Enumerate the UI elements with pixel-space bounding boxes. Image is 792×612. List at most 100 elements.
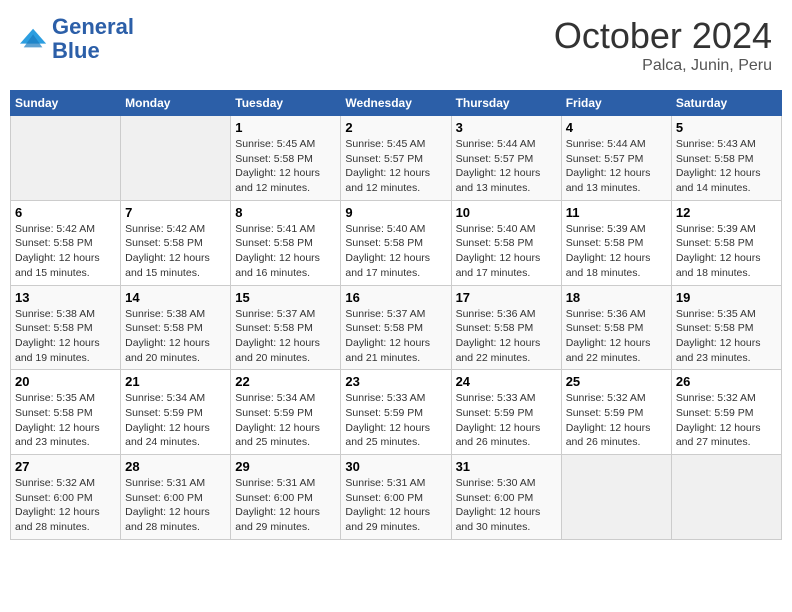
calendar-cell: 2Sunrise: 5:45 AM Sunset: 5:57 PM Daylig… [341,116,451,201]
calendar-cell: 23 Sunrise: 5:33 AM Sunset: 5:59 PM Dayli… [341,370,451,455]
day-content: Sunrise: 5:44 AM Sunset: 5:57 PM Dayligh… [456,137,557,196]
day-content: Sunrise: 5:31 AM Sunset: 6:00 PM Dayligh… [345,476,446,535]
calendar-cell: 25 Sunrise: 5:32 AM Sunset: 5:59 PM Dayli… [561,370,671,455]
calendar-cell: 31Sunrise: 5:30 AM Sunset: 6:00 PM Dayli… [451,455,561,540]
day-number: 30 [345,459,446,474]
day-number: 24 [456,374,557,389]
day-number: 6 [15,205,116,220]
calendar-cell [121,116,231,201]
day-number: 13 [15,290,116,305]
day-content: Sunrise: 5:41 AM Sunset: 5:58 PM Dayligh… [235,222,336,281]
calendar-cell: 12 Sunrise: 5:39 AM Sunset: 5:58 PM Dayli… [671,200,781,285]
weekday-header-friday: Friday [561,91,671,116]
weekday-header-row: SundayMondayTuesdayWednesdayThursdayFrid… [11,91,782,116]
calendar-title: October 2024 [554,15,772,57]
calendar-cell: 16 Sunrise: 5:37 AM Sunset: 5:58 PM Dayli… [341,285,451,370]
calendar-cell: 6 Sunrise: 5:42 AM Sunset: 5:58 PM Daylig… [11,200,121,285]
day-content: Sunrise: 5:36 AM Sunset: 5:58 PM Dayligh… [456,307,557,366]
day-content: Sunrise: 5:36 AM Sunset: 5:58 PM Dayligh… [566,307,667,366]
day-content: Sunrise: 5:40 AM Sunset: 5:58 PM Dayligh… [456,222,557,281]
calendar-cell: 9 Sunrise: 5:40 AM Sunset: 5:58 PM Daylig… [341,200,451,285]
calendar-body: 1Sunrise: 5:45 AM Sunset: 5:58 PM Daylig… [11,116,782,540]
day-number: 12 [676,205,777,220]
day-content: Sunrise: 5:34 AM Sunset: 5:59 PM Dayligh… [125,391,226,450]
day-content: Sunrise: 5:42 AM Sunset: 5:58 PM Dayligh… [15,222,116,281]
weekday-header-thursday: Thursday [451,91,561,116]
day-number: 2 [345,120,446,135]
day-number: 20 [15,374,116,389]
day-number: 26 [676,374,777,389]
calendar-cell: 30 Sunrise: 5:31 AM Sunset: 6:00 PM Dayli… [341,455,451,540]
calendar-cell: 20 Sunrise: 5:35 AM Sunset: 5:58 PM Dayli… [11,370,121,455]
logo-icon [20,25,48,53]
day-number: 11 [566,205,667,220]
calendar-cell: 11 Sunrise: 5:39 AM Sunset: 5:58 PM Dayli… [561,200,671,285]
calendar-cell: 18 Sunrise: 5:36 AM Sunset: 5:58 PM Dayli… [561,285,671,370]
day-content: Sunrise: 5:31 AM Sunset: 6:00 PM Dayligh… [125,476,226,535]
day-content: Sunrise: 5:32 AM Sunset: 5:59 PM Dayligh… [676,391,777,450]
day-content: Sunrise: 5:39 AM Sunset: 5:58 PM Dayligh… [676,222,777,281]
day-number: 29 [235,459,336,474]
day-number: 21 [125,374,226,389]
day-content: Sunrise: 5:37 AM Sunset: 5:58 PM Dayligh… [235,307,336,366]
day-number: 28 [125,459,226,474]
day-number: 16 [345,290,446,305]
day-content: Sunrise: 5:38 AM Sunset: 5:58 PM Dayligh… [15,307,116,366]
day-content: Sunrise: 5:34 AM Sunset: 5:59 PM Dayligh… [235,391,336,450]
calendar-cell: 1Sunrise: 5:45 AM Sunset: 5:58 PM Daylig… [231,116,341,201]
day-number: 9 [345,205,446,220]
day-content: Sunrise: 5:44 AM Sunset: 5:57 PM Dayligh… [566,137,667,196]
weekday-header-sunday: Sunday [11,91,121,116]
calendar-cell: 14 Sunrise: 5:38 AM Sunset: 5:58 PM Dayli… [121,285,231,370]
weekday-header-tuesday: Tuesday [231,91,341,116]
weekday-header-wednesday: Wednesday [341,91,451,116]
day-content: Sunrise: 5:37 AM Sunset: 5:58 PM Dayligh… [345,307,446,366]
day-content: Sunrise: 5:40 AM Sunset: 5:58 PM Dayligh… [345,222,446,281]
calendar-cell: 28 Sunrise: 5:31 AM Sunset: 6:00 PM Dayli… [121,455,231,540]
calendar-week-3: 13 Sunrise: 5:38 AM Sunset: 5:58 PM Dayli… [11,285,782,370]
day-content: Sunrise: 5:45 AM Sunset: 5:58 PM Dayligh… [235,137,336,196]
calendar-table: SundayMondayTuesdayWednesdayThursdayFrid… [10,90,782,540]
calendar-cell: 10Sunrise: 5:40 AM Sunset: 5:58 PM Dayli… [451,200,561,285]
calendar-cell: 29 Sunrise: 5:31 AM Sunset: 6:00 PM Dayli… [231,455,341,540]
day-content: Sunrise: 5:42 AM Sunset: 5:58 PM Dayligh… [125,222,226,281]
day-number: 5 [676,120,777,135]
day-content: Sunrise: 5:30 AM Sunset: 6:00 PM Dayligh… [456,476,557,535]
day-content: Sunrise: 5:32 AM Sunset: 5:59 PM Dayligh… [566,391,667,450]
calendar-header: SundayMondayTuesdayWednesdayThursdayFrid… [11,91,782,116]
day-content: Sunrise: 5:35 AM Sunset: 5:58 PM Dayligh… [15,391,116,450]
calendar-subtitle: Palca, Junin, Peru [554,57,772,75]
calendar-cell: 26 Sunrise: 5:32 AM Sunset: 5:59 PM Dayli… [671,370,781,455]
calendar-week-1: 1Sunrise: 5:45 AM Sunset: 5:58 PM Daylig… [11,116,782,201]
title-block: October 2024 Palca, Junin, Peru [554,15,772,75]
day-content: Sunrise: 5:32 AM Sunset: 6:00 PM Dayligh… [15,476,116,535]
day-number: 8 [235,205,336,220]
day-content: Sunrise: 5:39 AM Sunset: 5:58 PM Dayligh… [566,222,667,281]
calendar-cell: 27 Sunrise: 5:32 AM Sunset: 6:00 PM Dayli… [11,455,121,540]
calendar-cell: 7 Sunrise: 5:42 AM Sunset: 5:58 PM Daylig… [121,200,231,285]
day-number: 27 [15,459,116,474]
calendar-cell: 3 Sunrise: 5:44 AM Sunset: 5:57 PM Daylig… [451,116,561,201]
calendar-cell: 13 Sunrise: 5:38 AM Sunset: 5:58 PM Dayli… [11,285,121,370]
day-content: Sunrise: 5:31 AM Sunset: 6:00 PM Dayligh… [235,476,336,535]
day-content: Sunrise: 5:33 AM Sunset: 5:59 PM Dayligh… [345,391,446,450]
day-number: 14 [125,290,226,305]
day-content: Sunrise: 5:38 AM Sunset: 5:58 PM Dayligh… [125,307,226,366]
weekday-header-monday: Monday [121,91,231,116]
page-header: General Blue October 2024 Palca, Junin, … [10,10,782,80]
day-number: 4 [566,120,667,135]
calendar-cell: 4 Sunrise: 5:44 AM Sunset: 5:57 PM Daylig… [561,116,671,201]
calendar-cell [11,116,121,201]
calendar-week-2: 6 Sunrise: 5:42 AM Sunset: 5:58 PM Daylig… [11,200,782,285]
calendar-cell: 21 Sunrise: 5:34 AM Sunset: 5:59 PM Dayli… [121,370,231,455]
day-content: Sunrise: 5:35 AM Sunset: 5:58 PM Dayligh… [676,307,777,366]
day-number: 17 [456,290,557,305]
logo-text: General Blue [52,15,134,63]
day-number: 3 [456,120,557,135]
day-number: 7 [125,205,226,220]
day-number: 23 [345,374,446,389]
day-number: 25 [566,374,667,389]
calendar-cell: 5Sunrise: 5:43 AM Sunset: 5:58 PM Daylig… [671,116,781,201]
calendar-cell [671,455,781,540]
day-number: 18 [566,290,667,305]
